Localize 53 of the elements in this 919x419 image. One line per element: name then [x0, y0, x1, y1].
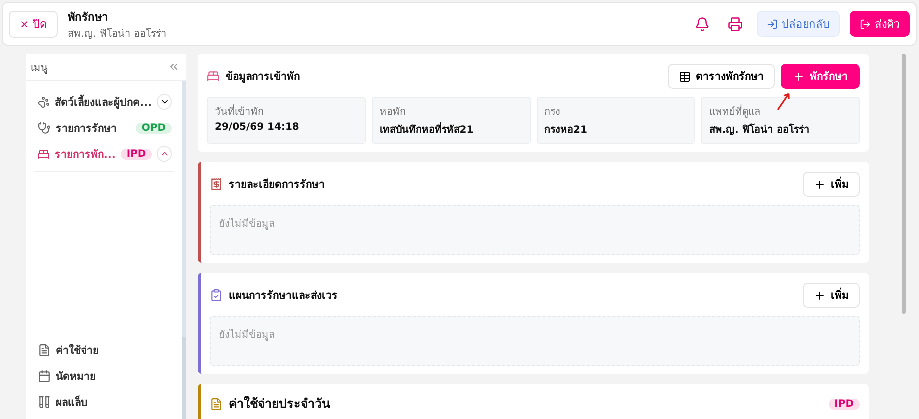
field-label: วันที่เข้าพัก: [215, 104, 358, 119]
clipboard-icon: [210, 289, 223, 302]
calendar-icon: [38, 370, 51, 382]
plus-icon: [814, 178, 826, 190]
plus-icon: [793, 70, 805, 82]
empty-message: ยังไม่มีข้อมูล: [219, 219, 275, 230]
field-value: สพ.ญ. ฟิโอน่า ออโรร่า: [709, 122, 811, 137]
document-icon: [38, 344, 51, 356]
sidebar-item[interactable]: ค่าใช้จ่าย: [34, 337, 174, 363]
sidebar-item[interactable]: รายการรักษา OPD: [34, 115, 174, 141]
empty-message: ยังไม่มีข้อมูล: [219, 330, 275, 341]
add-button[interactable]: เพิ่ม: [803, 172, 860, 197]
page-title: พักรักษา: [68, 10, 110, 26]
field-label: หอพัก: [380, 106, 407, 119]
sidebar-item[interactable]: นัดหมาย: [34, 363, 174, 389]
plus-icon: [814, 290, 826, 302]
bed-icon: [207, 70, 220, 83]
field-value: กรงหอ21: [544, 124, 588, 137]
document-icon: [210, 178, 223, 191]
sidebar-item[interactable]: สัตว์เลี้ยงและผู้ปกค...: [34, 89, 174, 115]
chevron-icon[interactable]: [157, 94, 172, 110]
tag: IPD: [828, 398, 860, 410]
sidebar-item[interactable]: รายการพัก... IPD: [34, 141, 174, 167]
card-title: ข้อมูลการเข้าพัก: [226, 70, 301, 85]
field-label: แพทย์ที่ดูแล: [709, 104, 852, 119]
annotation-arrow: [776, 91, 792, 111]
stethoscope-icon: [38, 122, 51, 134]
tag: OPD: [136, 122, 172, 134]
send-queue-button[interactable]: ส่งคิว: [850, 11, 910, 37]
sidebar-title: เมนู: [31, 62, 48, 74]
doctor-name: สพ.ญ. ฟิโอน่า ออโรร่า: [68, 27, 168, 40]
login-icon: [767, 18, 778, 30]
add-button[interactable]: เพิ่ม: [803, 283, 860, 308]
paw-icon: [38, 96, 50, 108]
tag: IPD: [120, 148, 152, 160]
logout-icon: [860, 18, 871, 30]
schedule-button[interactable]: ตารางพักรักษา: [668, 64, 775, 89]
field-value: 29/05/69 14:18: [215, 122, 300, 133]
bed-icon: [38, 148, 50, 160]
close-button[interactable]: × ปิด: [9, 10, 58, 38]
table-icon: [679, 70, 691, 82]
test-tubes-icon: [38, 396, 51, 408]
scrollbar[interactable]: [902, 54, 906, 314]
section-title: ค่าใช้จ่ายประจำวัน: [229, 395, 332, 413]
document-icon: [210, 398, 223, 410]
field-value: เทสบันทึกหอที่รหัส21: [380, 122, 522, 137]
sidebar-item[interactable]: ผลแล็บ: [34, 389, 174, 415]
admit-button[interactable]: พักรักษา: [781, 64, 860, 89]
section-title: รายละเอียดการรักษา: [229, 178, 326, 193]
discharge-button[interactable]: ปล่อยกลับ: [757, 11, 840, 37]
collapse-icon[interactable]: [168, 61, 180, 73]
field-label: กรง: [544, 106, 562, 119]
section-title: แผนการรักษาและส่งเวร: [229, 289, 339, 304]
